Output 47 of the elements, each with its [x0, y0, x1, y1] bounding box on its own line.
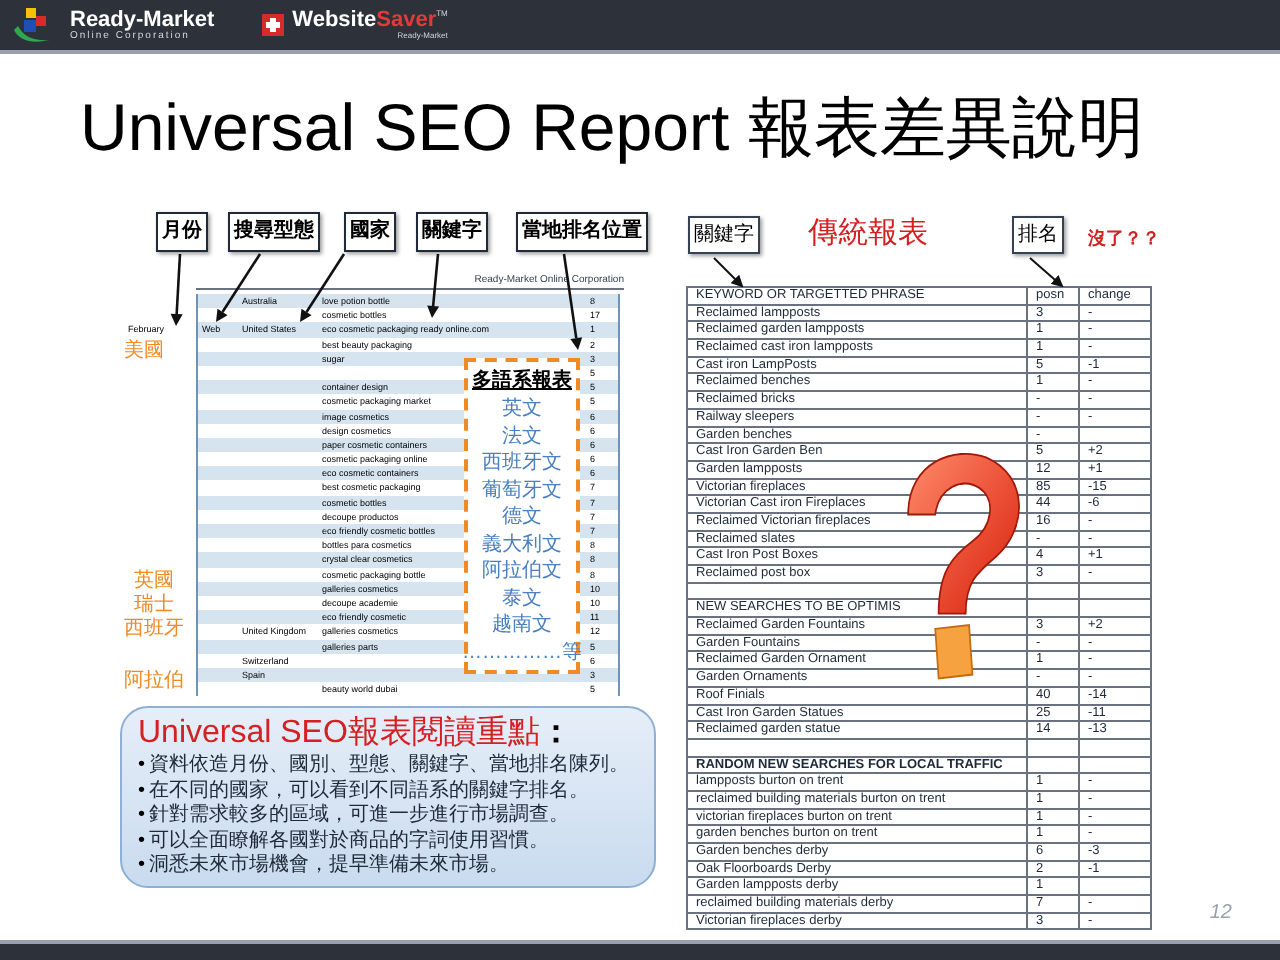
callout-point: 資料依造月份、國別、型態、關鍵字、當地排名陳列。	[149, 754, 630, 779]
column-label: 國家	[344, 212, 396, 252]
language-name: 越南文	[492, 612, 552, 639]
region-label: 瑞士	[134, 594, 174, 617]
column-label: 關鍵字	[416, 212, 488, 252]
pointer-arrow	[427, 253, 440, 318]
region-label: 英國	[134, 570, 174, 593]
logo-name: Ready-Market	[70, 9, 215, 31]
bullet: •	[138, 854, 146, 880]
language-list-title: 多語系報表	[472, 368, 572, 396]
callout-point: 在不同的國家，可以看到不同語系的關鍵字排名。	[149, 779, 590, 803]
region-label: 美國	[124, 340, 164, 364]
language-name: 義大利文	[482, 531, 562, 558]
cross-icon	[262, 14, 285, 36]
callout-point: 洞悉未來市場機會，提早準備未來市場。	[149, 854, 510, 880]
region-label: 西班牙	[124, 618, 184, 642]
report-heading: 傳統報表	[808, 214, 928, 254]
column-label: 排名	[1012, 216, 1064, 254]
pointer-arrow	[170, 253, 183, 326]
pointer-arrow	[713, 257, 744, 288]
logo-name-accent: Saver	[376, 10, 437, 32]
language-name: 法文	[502, 423, 542, 450]
page-number: 12	[1209, 900, 1232, 928]
slide-title: Universal SEO Report 報表差異說明	[80, 93, 1144, 159]
language-name: 阿拉伯文	[482, 558, 562, 585]
column-label: 月份	[156, 212, 208, 252]
bullet: •	[138, 804, 146, 830]
language-name: 德文	[502, 504, 542, 531]
bullet: •	[138, 829, 146, 855]
note-text: 沒了？？	[1088, 226, 1160, 252]
callout-point: 可以全面瞭解各國對於商品的字詞使用習慣。	[149, 829, 550, 853]
callout-colon: ：	[539, 714, 572, 753]
callout-title: Universal SEO報表閱讀重點	[138, 714, 540, 753]
column-label: 關鍵字	[688, 216, 760, 254]
logo-name: Website	[292, 10, 377, 32]
region-label: 阿拉伯	[124, 670, 184, 694]
language-name: 英文	[502, 396, 542, 423]
language-name: 葡萄牙文	[482, 477, 562, 504]
language-more: ……………等	[462, 639, 582, 665]
bullet: •	[138, 754, 146, 780]
language-name: 西班牙文	[482, 450, 562, 477]
language-name: 泰文	[502, 585, 542, 612]
bullet: •	[138, 779, 146, 805]
column-label: 搜尋型態	[228, 212, 320, 252]
callout-point: 針對需求較多的區域，可進一步進行市場調查。	[149, 804, 570, 829]
column-label: 當地排名位置	[516, 212, 648, 252]
pointer-arrow	[1029, 257, 1064, 288]
